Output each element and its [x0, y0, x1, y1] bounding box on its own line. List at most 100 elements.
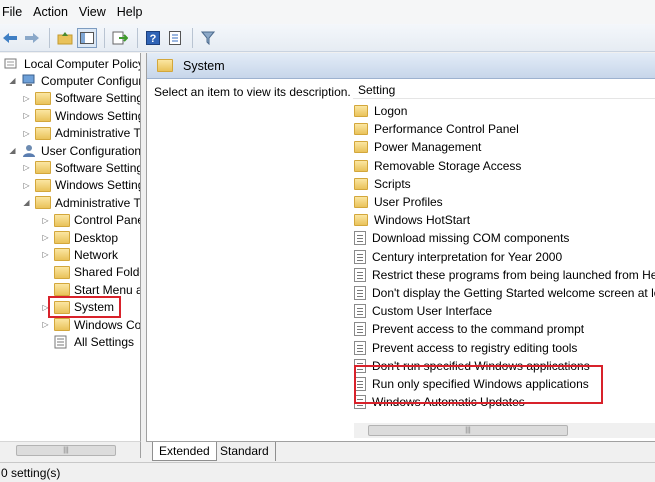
setting-label: Power Management	[374, 140, 482, 155]
folder-icon	[35, 178, 51, 192]
no-expander-spacer	[41, 337, 50, 346]
menu-help[interactable]: Help	[113, 5, 150, 19]
tree-item[interactable]: Shared Folder	[41, 264, 140, 281]
tree-item-label: Shared Folder	[74, 265, 140, 280]
folder-icon	[54, 318, 70, 331]
setting-row[interactable]: Century interpretation for Year 2000	[354, 248, 562, 266]
tree-item[interactable]: ▷ Windows Setting	[22, 107, 140, 124]
no-expander-spacer	[41, 268, 50, 277]
svg-text:?: ?	[150, 33, 157, 45]
status-bar: 0 setting(s)	[0, 462, 655, 482]
folder-icon	[54, 248, 70, 262]
menu-view[interactable]: View	[75, 5, 113, 19]
tree-item[interactable]: Local Computer Policy	[4, 55, 140, 72]
help-icon[interactable]: ?	[143, 28, 163, 48]
console-tree[interactable]: Local Computer Policy ◢ Computer Configura…	[0, 53, 141, 441]
setting-row[interactable]: Download missing COM components	[354, 229, 569, 247]
properties-icon[interactable]	[165, 28, 185, 48]
toolbar-separator	[49, 27, 50, 48]
policy-icon	[354, 231, 366, 246]
settings-horizontal-scrollbar[interactable]: |||	[354, 423, 655, 438]
collapsed-arrow-icon[interactable]: ▷	[41, 250, 50, 259]
tree-item-label: Control Panel	[74, 213, 141, 228]
setting-label: Windows HotStart	[374, 213, 471, 228]
policy-icon	[354, 322, 366, 337]
tree-horizontal-scrollbar[interactable]: |||	[0, 441, 141, 458]
menu-file[interactable]: File	[0, 5, 29, 19]
filter-icon[interactable]	[198, 28, 218, 48]
collapsed-arrow-icon[interactable]: ▷	[22, 111, 31, 120]
tree-item[interactable]: ▷ Desktop	[41, 229, 118, 246]
collapsed-arrow-icon[interactable]: ▷	[41, 320, 50, 329]
details-title: System	[183, 58, 225, 73]
folder-icon	[354, 141, 368, 154]
setting-label: User Profiles	[374, 195, 443, 209]
tree-item[interactable]: ▷ Administrative Te	[22, 125, 140, 142]
show-hide-tree-icon[interactable]	[77, 27, 97, 48]
menu-action[interactable]: Action	[29, 5, 75, 19]
policy-icon	[354, 267, 366, 282]
setting-row[interactable]: Windows HotStart	[354, 211, 470, 229]
setting-row[interactable]: Scripts	[354, 175, 411, 193]
setting-row[interactable]: Custom User Interface	[354, 302, 492, 320]
setting-row[interactable]: Restrict these programs from being launc…	[354, 266, 655, 284]
tree-item-label: User Configuration	[41, 143, 141, 158]
setting-row[interactable]: Prevent access to the command prompt	[354, 320, 584, 338]
description-text: Select an item to view its description.	[154, 85, 351, 99]
setting-label: Prevent access to the command prompt	[372, 322, 585, 337]
folder-icon	[35, 196, 51, 210]
collapsed-arrow-icon[interactable]: ▷	[22, 129, 31, 138]
tree-item[interactable]: ◢ Computer Configura	[8, 72, 141, 89]
folder-icon	[354, 196, 368, 208]
export-list-icon[interactable]	[110, 28, 130, 48]
setting-row[interactable]: Logon	[354, 102, 407, 120]
tree-item[interactable]: All Settings	[41, 333, 134, 350]
collapsed-arrow-icon[interactable]: ▷	[41, 216, 50, 225]
tree-item-label: Network	[74, 247, 119, 262]
expanded-arrow-icon[interactable]: ◢	[8, 146, 17, 155]
menu-bar: File Action View Help	[0, 0, 655, 24]
setting-row[interactable]: Power Management	[354, 138, 481, 156]
setting-row[interactable]: Prevent access to registry editing tools	[354, 339, 577, 357]
column-header-setting[interactable]: Setting	[353, 79, 655, 99]
folder-icon	[354, 177, 368, 190]
setting-row[interactable]: User Profiles	[354, 193, 443, 211]
tree-item[interactable]: ◢ User Configuration	[8, 142, 141, 159]
no-expander-spacer	[41, 285, 50, 294]
tree-item-label: All Settings	[74, 334, 135, 349]
policy-icon	[354, 304, 366, 319]
scroll-thumb[interactable]: |||	[16, 445, 116, 456]
setting-row[interactable]: Performance Control Panel	[354, 120, 519, 138]
setting-label: Century interpretation for Year 2000	[372, 249, 563, 264]
tree-item[interactable]: ▷ Windows Cor	[41, 316, 140, 333]
scroll-thumb[interactable]: |||	[368, 425, 568, 436]
computer-icon	[21, 74, 37, 87]
tree-item-label: Software Settings	[55, 160, 141, 175]
collapsed-arrow-icon[interactable]: ▷	[22, 94, 31, 103]
policy-icon	[354, 340, 366, 355]
tree-item-label: Windows Setting	[55, 178, 141, 193]
all-settings-icon	[54, 335, 70, 349]
setting-row[interactable]: Removable Storage Access	[354, 157, 521, 175]
up-folder-icon[interactable]	[55, 28, 75, 48]
forward-arrow-icon[interactable]	[22, 28, 42, 48]
tree-item[interactable]: ▷ Software Settings	[22, 90, 140, 107]
tree-item[interactable]: ▷ Network	[41, 246, 118, 263]
expanded-arrow-icon[interactable]: ◢	[8, 76, 17, 85]
tree-item[interactable]: ▷ Windows Setting	[22, 177, 141, 194]
collapsed-arrow-icon[interactable]: ▷	[41, 233, 50, 242]
tab-standard[interactable]: Standard	[214, 442, 276, 461]
setting-row[interactable]: Don't display the Getting Started welcom…	[354, 284, 655, 302]
tree-item[interactable]: ▷ Control Panel	[41, 212, 141, 229]
toolbar-separator	[104, 27, 105, 48]
collapsed-arrow-icon[interactable]: ▷	[22, 181, 31, 190]
tree-item[interactable]: ◢ Administrative Te	[22, 194, 140, 211]
expanded-arrow-icon[interactable]: ◢	[22, 198, 31, 207]
back-arrow-icon[interactable]	[0, 28, 20, 48]
collapsed-arrow-icon[interactable]: ▷	[22, 163, 31, 172]
folder-icon	[54, 283, 70, 297]
tab-extended[interactable]: Extended	[152, 442, 217, 461]
folder-icon	[35, 161, 51, 175]
tree-item-label: Computer Configura	[41, 73, 141, 88]
tree-item[interactable]: ▷ Software Settings	[22, 159, 141, 176]
